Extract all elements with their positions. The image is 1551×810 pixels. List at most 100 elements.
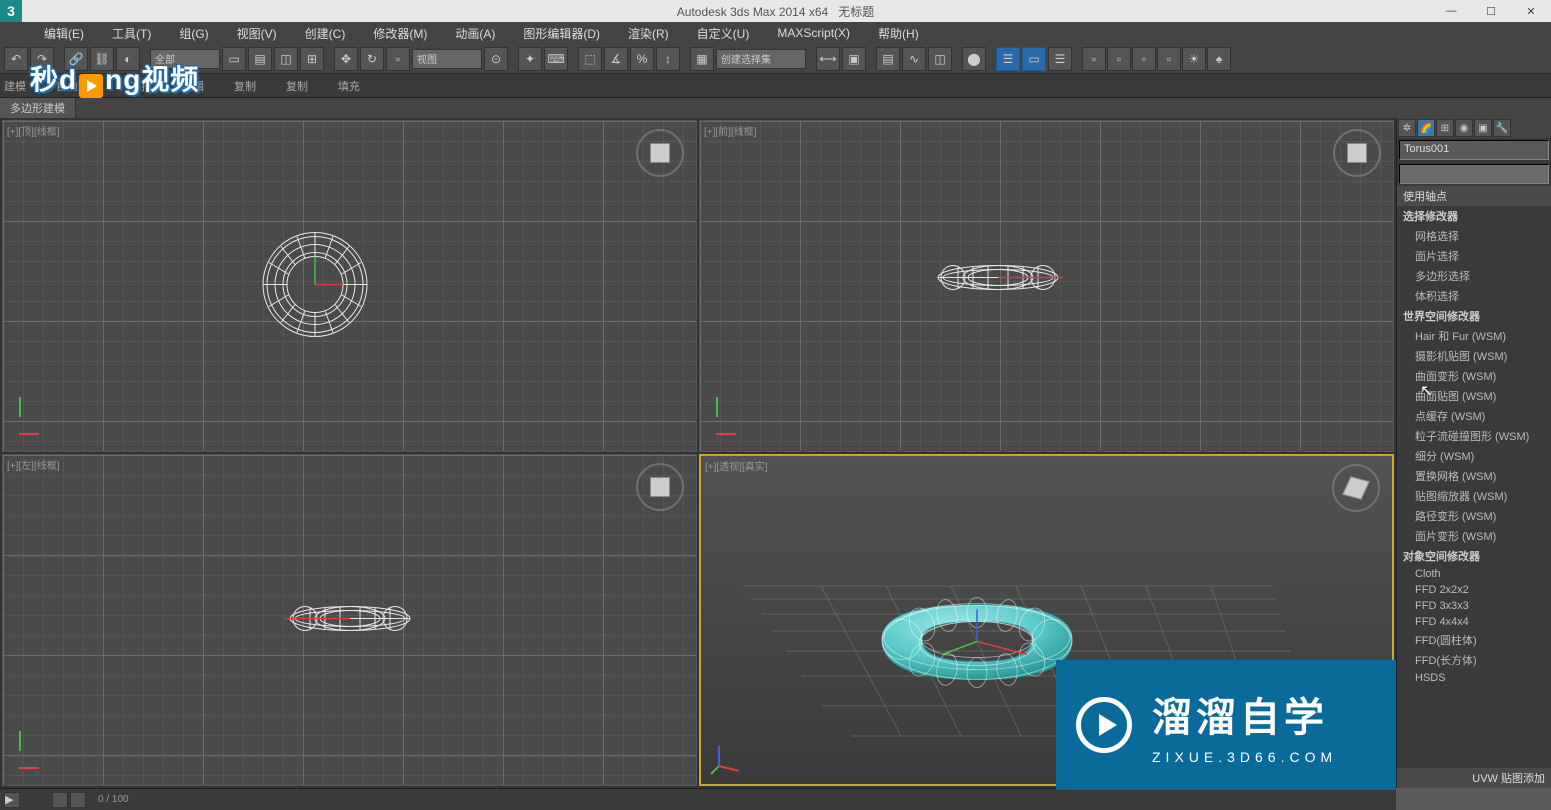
viewport-top[interactable]: [+][顶][线框] <box>2 120 697 452</box>
mod-ffd-2x2x2[interactable]: FFD 2x2x2 <box>1397 582 1551 598</box>
select-region-button[interactable]: ◫ <box>274 47 298 71</box>
object-name-field[interactable]: Torus001 <box>1399 140 1549 160</box>
torus-object[interactable] <box>933 263 1063 296</box>
window-crossing-button[interactable]: ⊞ <box>300 47 324 71</box>
undo-button[interactable]: ↶ <box>4 47 28 71</box>
keyboard-button[interactable]: ⌨ <box>544 47 568 71</box>
minimize-button[interactable]: — <box>1431 0 1471 22</box>
menu-group[interactable]: 组(G) <box>165 23 222 44</box>
render-frame-button[interactable]: ▭ <box>1022 47 1046 71</box>
viewport-front-label[interactable]: [+][前][线框] <box>704 123 757 138</box>
ribbon-copy1[interactable]: 复制 <box>234 78 256 94</box>
sc-b[interactable] <box>70 792 86 808</box>
menu-graph-editors[interactable]: 图形编辑器(D) <box>509 23 614 44</box>
ribbon-modeling[interactable]: 建模 <box>4 78 26 94</box>
menu-modifiers[interactable]: 修改器(M) <box>359 23 441 44</box>
layer-button[interactable]: ▤ <box>876 47 900 71</box>
render-setup-button[interactable]: ☰ <box>996 47 1020 71</box>
tool-c[interactable]: ▫ <box>1132 47 1156 71</box>
spinner-snap-button[interactable]: ↕ <box>656 47 680 71</box>
mod-hair-fur[interactable]: Hair 和 Fur (WSM) <box>1397 326 1551 346</box>
tab-hierarchy-icon[interactable]: ⊞ <box>1436 119 1454 137</box>
viewcube-left[interactable] <box>636 463 684 511</box>
close-button[interactable]: ✕ <box>1511 0 1551 22</box>
mod-ffd-box[interactable]: FFD(长方体) <box>1397 650 1551 670</box>
mod-cloth[interactable]: Cloth <box>1397 566 1551 582</box>
tab-create-icon[interactable]: ✲ <box>1398 119 1416 137</box>
app-icon[interactable]: 3 <box>0 0 22 22</box>
rotate-button[interactable]: ↻ <box>360 47 384 71</box>
ribbon-copy2[interactable]: 复制 <box>286 78 308 94</box>
sc-a[interactable] <box>52 792 68 808</box>
mod-subdivide[interactable]: 细分 (WSM) <box>1397 446 1551 466</box>
menu-maxscript[interactable]: MAXScript(X) <box>763 24 864 42</box>
viewport-left[interactable]: [+][左][线框] <box>2 454 697 786</box>
tab-motion-icon[interactable]: ◉ <box>1455 119 1473 137</box>
ref-coord-system[interactable]: 视图 <box>412 49 482 69</box>
mod-ffd-3x3x3[interactable]: FFD 3x3x3 <box>1397 598 1551 614</box>
tab-poly-modeling[interactable]: 多边形建模 <box>0 98 76 118</box>
named-sel-button[interactable]: ▦ <box>690 47 714 71</box>
mod-patch-deform[interactable]: 面片变形 (WSM) <box>1397 526 1551 546</box>
render-button[interactable]: ☰ <box>1048 47 1072 71</box>
viewport-left-label[interactable]: [+][左][线框] <box>7 457 60 472</box>
tool-f[interactable]: ♠ <box>1207 47 1231 71</box>
ribbon-fill[interactable]: 填充 <box>338 78 360 94</box>
command-panel: ✲ 🌈 ⊞ ◉ ▣ 🔧 Torus001 使用轴点 选择修改器 网格选择 面片选… <box>1396 118 1551 788</box>
mod-ffd-4x4x4[interactable]: FFD 4x4x4 <box>1397 614 1551 630</box>
menu-animation[interactable]: 动画(A) <box>441 23 509 44</box>
tool-d[interactable]: ▫ <box>1157 47 1181 71</box>
menu-view[interactable]: 视图(V) <box>223 23 291 44</box>
schematic-button[interactable]: ◫ <box>928 47 952 71</box>
menu-edit[interactable]: 编辑(E) <box>30 23 98 44</box>
tab-modify-icon[interactable]: 🌈 <box>1417 119 1435 137</box>
scale-button[interactable]: ▫ <box>386 47 410 71</box>
menu-rendering[interactable]: 渲染(R) <box>614 23 683 44</box>
pivot-button[interactable]: ⊙ <box>484 47 508 71</box>
angle-snap-button[interactable]: ∡ <box>604 47 628 71</box>
viewport-persp-label[interactable]: [+][透视][真实] <box>705 458 768 473</box>
tool-e[interactable]: ☀ <box>1182 47 1206 71</box>
tab-utilities-icon[interactable]: 🔧 <box>1493 119 1511 137</box>
window-title: Autodesk 3ds Max 2014 x64 无标题 <box>677 3 874 20</box>
select-name-button[interactable]: ▤ <box>248 47 272 71</box>
named-sel-set[interactable]: 创建选择集 <box>716 49 806 69</box>
manipulate-button[interactable]: ✦ <box>518 47 542 71</box>
menu-customize[interactable]: 自定义(U) <box>683 23 764 44</box>
mod-hsds[interactable]: HSDS <box>1397 670 1551 686</box>
move-button[interactable]: ✥ <box>334 47 358 71</box>
torus-object[interactable] <box>285 604 415 637</box>
viewcube-front[interactable] <box>1333 129 1381 177</box>
mod-particle-flow[interactable]: 粒子流碰撞图形 (WSM) <box>1397 426 1551 446</box>
snap-button[interactable]: ⬚ <box>578 47 602 71</box>
mod-mapscaler[interactable]: 贴图缩放器 (WSM) <box>1397 486 1551 506</box>
select-button[interactable]: ▭ <box>222 47 246 71</box>
mod-disp-mesh[interactable]: 置换网格 (WSM) <box>1397 466 1551 486</box>
mod-vol-select[interactable]: 体积选择 <box>1397 286 1551 306</box>
mod-patch-select[interactable]: 面片选择 <box>1397 246 1551 266</box>
maximize-button[interactable]: ☐ <box>1471 0 1511 22</box>
mod-point-cache[interactable]: 点缓存 (WSM) <box>1397 406 1551 426</box>
play-back-button[interactable]: ▶ <box>4 792 20 808</box>
modifier-list-dropdown[interactable] <box>1399 164 1549 184</box>
curve-editor-button[interactable]: ∿ <box>902 47 926 71</box>
tool-a[interactable]: ▫ <box>1082 47 1106 71</box>
menu-help[interactable]: 帮助(H) <box>864 23 933 44</box>
material-button[interactable]: ⬤ <box>962 47 986 71</box>
viewport-front[interactable]: [+][前][线框] <box>699 120 1394 452</box>
torus-object[interactable] <box>255 225 375 348</box>
mod-poly-select[interactable]: 多边形选择 <box>1397 266 1551 286</box>
mod-ffd-cyl[interactable]: FFD(圆柱体) <box>1397 630 1551 650</box>
mod-mesh-select[interactable]: 网格选择 <box>1397 226 1551 246</box>
percent-snap-button[interactable]: % <box>630 47 654 71</box>
menu-create[interactable]: 创建(C) <box>291 23 360 44</box>
align-button[interactable]: ▣ <box>842 47 866 71</box>
tab-display-icon[interactable]: ▣ <box>1474 119 1492 137</box>
mirror-button[interactable]: ⟷ <box>816 47 840 71</box>
menu-tools[interactable]: 工具(T) <box>98 23 165 44</box>
mod-path-deform[interactable]: 路径变形 (WSM) <box>1397 506 1551 526</box>
viewport-top-label[interactable]: [+][顶][线框] <box>7 123 60 138</box>
viewcube-top[interactable] <box>636 129 684 177</box>
mod-camera-map[interactable]: 摄影机贴图 (WSM) <box>1397 346 1551 366</box>
tool-b[interactable]: ▫ <box>1107 47 1131 71</box>
